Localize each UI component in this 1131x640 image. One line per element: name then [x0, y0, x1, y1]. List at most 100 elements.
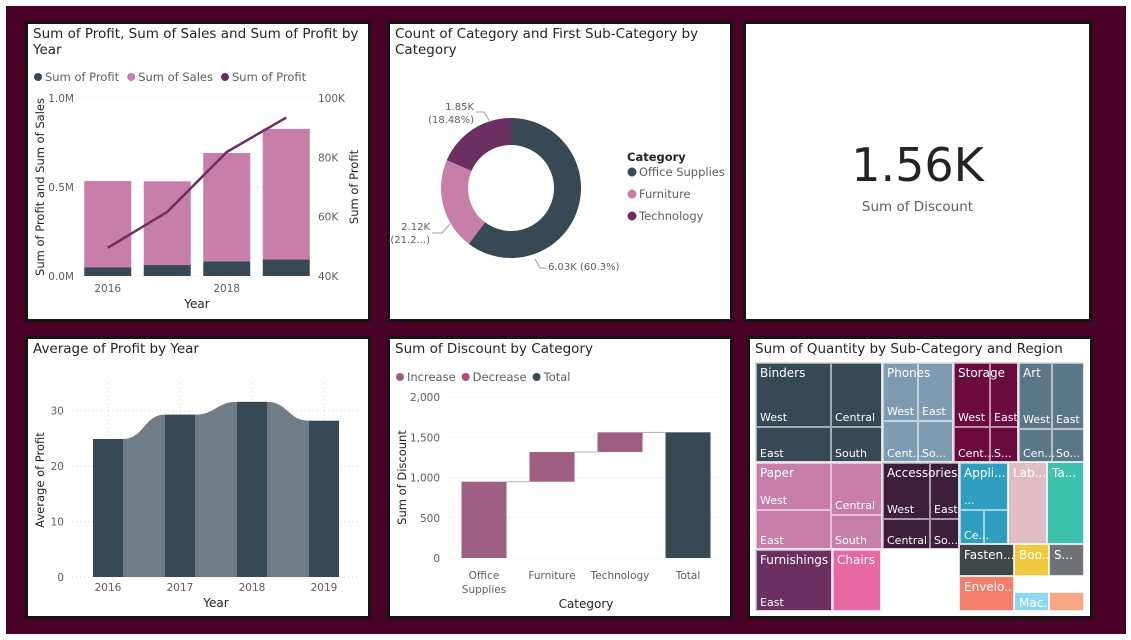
waterfall-bar: [597, 432, 643, 452]
treemap-cell-phones[interactable]: Phones West East Cent... So...: [882, 362, 953, 462]
treemap-region-label: S...: [994, 447, 1012, 460]
x-tick-label: Total: [675, 570, 701, 582]
treemap-region-label: South: [835, 447, 867, 460]
y-tick-label: 500: [420, 513, 440, 525]
treemap-group-label: Mac...: [1019, 596, 1048, 610]
treemap-group-label: Envelo...: [964, 580, 1014, 594]
y-tick-label: 2,000: [410, 392, 440, 404]
discount-kpi-card[interactable]: 1.56K Sum of Discount: [746, 24, 1089, 319]
y-right-tick-label: 80K: [318, 152, 339, 164]
treemap-subcell: So...: [918, 421, 952, 461]
data-label: (21.2...): [390, 235, 430, 246]
treemap-region-label: East: [760, 596, 784, 609]
treemap-cell-boo[interactable]: Boo...: [1014, 544, 1049, 576]
treemap-region-label: So...: [922, 447, 947, 460]
treemap-cell-furnishings[interactable]: Furnishings East: [755, 549, 832, 611]
treemap-region-label: East: [994, 411, 1018, 424]
treemap-subcell: Central: [883, 519, 930, 548]
treemap-subcell: South: [831, 427, 881, 461]
y-left-tick-label: 0.0M: [48, 271, 74, 283]
treemap-region-label: Cen...: [1023, 447, 1055, 460]
bar-sales: [84, 181, 132, 268]
x-tick-label: 2016: [95, 582, 122, 594]
legend-marker: [627, 211, 637, 221]
treemap-subcell: East: [756, 510, 831, 548]
quantity-treemap-card[interactable]: Sum of Quantity by Sub-Category and Regi…: [750, 339, 1090, 616]
treemap-subcell: Central: [831, 363, 881, 427]
treemap-cell-binders[interactable]: Binders West Central East South: [755, 362, 882, 462]
treemap-region-label: West: [760, 411, 788, 424]
y-axis-title: Average of Profit: [33, 432, 47, 528]
treemap-subcell: East: [756, 550, 831, 610]
waterfall-bar: [665, 432, 711, 558]
waterfall-bar: [461, 481, 507, 558]
treemap-cell-lab[interactable]: Lab...: [1008, 462, 1047, 544]
legend-label: Technology: [638, 209, 704, 223]
leader-line: [534, 258, 546, 269]
treemap-cell-fasten[interactable]: Fasten...: [959, 544, 1014, 576]
x-tick-label: Supplies: [462, 584, 506, 596]
treemap-cell-paper[interactable]: Paper West Central East South: [755, 462, 882, 549]
treemap-subcell: South: [831, 515, 881, 548]
ribbon-connector: [195, 401, 237, 577]
x-axis-title: Year: [202, 596, 228, 610]
y-tick-label: 0: [433, 553, 440, 565]
avg-profit-ribbon-chart: 0 10 20 30 2016 2017 2018 2019 Year Average of Pr…: [33, 383, 360, 610]
treemap-cell-art[interactable]: Art West East Cen... So...: [1018, 362, 1084, 462]
treemap-subcell: So...: [1052, 429, 1083, 461]
y-left-tick-label: 0.5M: [48, 182, 74, 194]
ribbon-connector: [123, 414, 165, 577]
data-label: 1.85K: [445, 102, 474, 113]
treemap-subcell: West: [883, 363, 918, 421]
treemap-region-label: West: [958, 411, 986, 424]
avg-profit-ribbon-card[interactable]: Average of Profit by Year 0 10 20 30 2016 201…: [28, 339, 368, 616]
treemap-subcell: Cent...: [883, 421, 923, 461]
legend-marker: [532, 373, 541, 381]
category-donut-card[interactable]: Count of Category and First Sub-Category…: [390, 24, 730, 319]
treemap-subcell: East: [990, 363, 1018, 427]
bar-profit: [262, 259, 310, 276]
treemap-cell-envelo[interactable]: Envelo...: [959, 576, 1014, 611]
x-axis-title: Category: [559, 597, 614, 611]
legend-label: Total: [543, 370, 571, 384]
y-tick-label: 30: [51, 406, 64, 418]
treemap-region-label: West: [760, 494, 788, 507]
treemap-cell-ta[interactable]: Ta...: [1047, 462, 1084, 544]
treemap-region-label: Central: [887, 534, 928, 547]
treemap-cell-accessories[interactable]: Accessories West East Central So...: [882, 462, 959, 549]
x-tick-label: 2017: [167, 582, 194, 594]
treemap-cell-storage[interactable]: Storage West East Cent... S...: [953, 362, 1018, 462]
y-right-tick-label: 100K: [318, 93, 346, 105]
x-tick-label: Office: [469, 570, 500, 582]
chart-title: Sum of Quantity by Sub-Category and Regi…: [755, 341, 1063, 357]
treemap-cell-appli[interactable]: Appli...... Ce...: [959, 462, 1008, 544]
leader-line: [476, 111, 491, 123]
treemap-cell-other[interactable]: [1049, 592, 1084, 611]
profit-sales-combo-card[interactable]: Sum of Profit, Sum of Sales and Sum of P…: [28, 24, 368, 319]
treemap-cell-mac[interactable]: Mac...: [1014, 592, 1049, 611]
treemap-cell-chairs[interactable]: ChairsCe...So...: [832, 549, 881, 611]
treemap-group-label: Lab...: [1013, 466, 1047, 480]
discount-waterfall-card[interactable]: Sum of Discount by Category Increase Decr…: [390, 339, 730, 616]
treemap-subcell: S...: [990, 427, 1017, 461]
treemap-subcell: West: [1019, 363, 1052, 429]
profit-line: [107, 116, 287, 249]
x-tick-label: 2018: [213, 283, 240, 295]
ribbon-bar: [93, 438, 123, 577]
legend-marker-0: [34, 73, 42, 81]
treemap-subcell: So...: [930, 519, 959, 548]
waterfall-bar: [529, 451, 575, 482]
treemap-subcell: [984, 510, 1007, 543]
treemap-region-label: Central: [835, 499, 876, 512]
legend-marker: [627, 167, 637, 177]
y-left-tick-label: 1.0M: [48, 93, 74, 105]
treemap-subcell: ...: [960, 463, 1007, 510]
leader-line: [432, 223, 451, 234]
treemap-region-label: So...: [934, 534, 959, 547]
treemap-subcell: Central: [831, 463, 881, 515]
treemap-cell-s[interactable]: S...: [1049, 544, 1084, 576]
legend-label: Office Supplies: [639, 165, 725, 179]
bar-profit: [84, 267, 132, 276]
treemap-subcell: [833, 550, 880, 610]
bar-profit: [143, 265, 191, 276]
